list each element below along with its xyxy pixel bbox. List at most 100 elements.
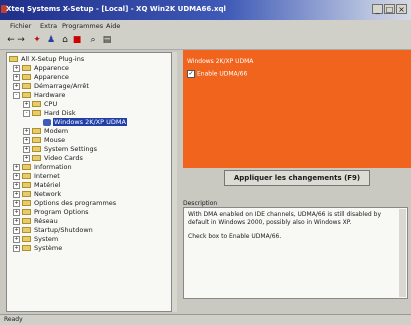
tree-item-selected[interactable]: Windows 2K/XP UDMA [43,118,127,126]
apply-changes-button[interactable]: Appliquer les changements (F9) [224,170,370,186]
folder-icon [22,92,31,98]
tree-item[interactable]: + Modem [23,127,68,135]
expander-icon[interactable]: + [13,73,20,81]
expander-icon[interactable]: + [13,190,20,198]
disk-icon [43,118,51,126]
tree-item[interactable]: + System [13,235,58,243]
wizard-icon[interactable]: ✦ [32,35,42,45]
back-icon[interactable]: ← [6,35,16,45]
expander-icon[interactable]: + [13,244,20,252]
folder-icon [22,191,31,197]
expander-icon[interactable]: + [13,226,20,234]
menu-programmes[interactable]: Programmes [62,22,103,30]
expander-icon[interactable]: - [23,109,30,117]
tree-item[interactable]: + Program Options [13,208,89,216]
tree-item[interactable]: + Mouse [23,136,65,144]
folder-icon [22,74,31,80]
expander-icon[interactable]: + [13,217,20,225]
panel-header: Windows 2K/XP UDMA [187,58,254,65]
expander-icon[interactable]: + [13,181,20,189]
description-hint: Check box to Enable UDMA/66. [188,233,282,240]
expander-icon[interactable]: + [13,235,20,243]
tree-item-label: Système [34,244,63,252]
tree-item-label: Startup/Shutdown [34,226,93,234]
menu-fichier[interactable]: Fichier [10,22,31,30]
folder-icon [22,200,31,206]
folder-icon [32,128,41,134]
description-text: With DMA enabled on IDE channels, UDMA/6… [188,211,382,226]
expander-icon[interactable]: + [13,82,20,90]
folder-icon [22,218,31,224]
menu-aide[interactable]: Aide [106,22,120,30]
properties-icon[interactable]: ▤ [102,35,112,45]
tree-item-label: Windows 2K/XP UDMA [53,118,127,126]
tree-item[interactable]: + Startup/Shutdown [13,226,93,234]
tree-item-label: Apparence [34,73,69,81]
folder-icon [22,173,31,179]
description-label: Description [183,200,218,207]
settings-panel: Windows 2K/XP UDMA ✓ Enable UDMA/66 [183,50,411,168]
description-scrollbar[interactable] [399,209,406,297]
search-icon[interactable]: ⌕ [88,35,98,45]
tree-item-label: Apparence [34,64,69,72]
folder-icon [22,83,31,89]
tree-item-label: Network [34,190,62,198]
expander-icon[interactable]: + [13,163,20,171]
tree-item[interactable]: + System Settings [23,145,97,153]
tree-item[interactable]: + Video Cards [23,154,83,162]
tree-item[interactable]: + CPU [23,100,57,108]
close-button[interactable]: × [396,4,407,14]
tree-item[interactable]: + Démarrage/Arrêt [13,82,89,90]
tree-item[interactable]: + Internet [13,172,60,180]
home-icon[interactable]: ⌂ [60,35,70,45]
folder-icon [32,137,41,143]
expander-icon[interactable]: + [23,154,30,162]
forward-icon[interactable]: → [16,35,26,45]
user-icon[interactable]: ♟ [46,35,56,45]
tree-item[interactable]: + Network [13,190,61,198]
title-bar: Xteq Systems X-Setup - [Local] - XQ Win2… [0,0,411,20]
expander-icon[interactable]: + [13,199,20,207]
tree-item-label: Modem [44,127,69,135]
expander-icon[interactable]: + [13,64,20,72]
tree-item-label: All X-Setup Plug-ins [21,55,85,63]
folder-icon [22,236,31,242]
tree-item[interactable]: + Système [13,244,62,252]
tree-item-label: Internet [34,172,60,180]
folder-icon [9,56,18,62]
tree-item-label: Matériel [34,181,61,189]
expander-icon[interactable]: + [13,208,20,216]
tree-item[interactable]: + Apparence [13,64,69,72]
udma-checkbox-row[interactable]: ✓ Enable UDMA/66 [187,70,247,78]
expander-icon[interactable]: + [23,100,30,108]
tree-item-label: Démarrage/Arrêt [34,82,89,90]
expander-icon[interactable]: + [13,172,20,180]
status-bar: Ready [0,314,411,325]
tree-item[interactable]: - Hard Disk [23,109,76,117]
expander-icon[interactable]: + [23,127,30,135]
udma-checkbox[interactable]: ✓ [187,70,195,78]
minimize-button[interactable]: _ [372,4,383,14]
folder-icon [22,209,31,215]
tree-item[interactable]: + Réseau [13,217,58,225]
maximize-button[interactable]: □ [384,4,395,14]
record-icon[interactable]: ■ [72,35,82,45]
expander-icon[interactable]: - [13,91,20,99]
tree-root[interactable]: All X-Setup Plug-ins [9,55,84,63]
tree-scrollbar[interactable] [172,52,177,312]
tree-item[interactable]: - Hardware [13,91,65,99]
plugin-tree[interactable]: All X-Setup Plug-ins + Apparence + Apparen… [6,52,172,312]
tree-item-label: Mouse [44,136,66,144]
tree-item-label: Options des programmes [34,199,117,207]
tree-item[interactable]: + Matériel [13,181,60,189]
expander-icon[interactable]: + [23,136,30,144]
folder-icon [22,164,31,170]
tree-item[interactable]: + Options des programmes [13,199,116,207]
tree-item[interactable]: + Information [13,163,72,171]
folder-icon [22,227,31,233]
menu-extra[interactable]: Extra [40,22,57,30]
tree-item[interactable]: + Apparence [13,73,69,81]
toolbar: ← → ✦ ♟ ⌂ ■ ⌕ ▤ [0,32,411,50]
window-title: Xteq Systems X-Setup - [Local] - XQ Win2… [6,5,226,13]
expander-icon[interactable]: + [23,145,30,153]
